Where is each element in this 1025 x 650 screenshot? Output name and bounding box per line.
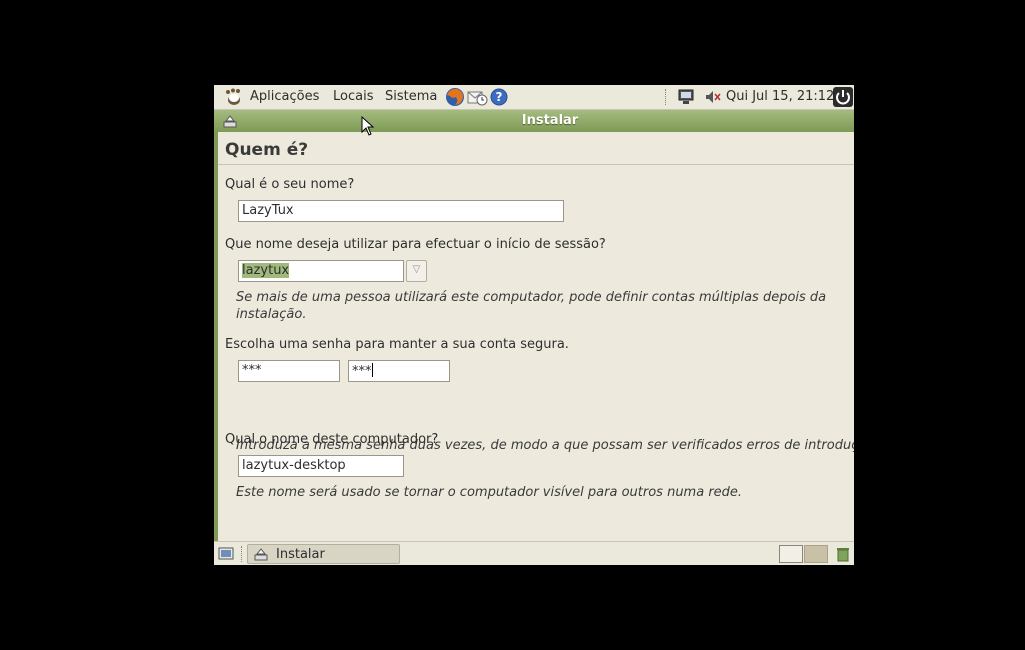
divider [218,164,854,165]
page-title: Quem é? [225,140,309,160]
show-desktop-icon[interactable] [218,546,234,565]
clock[interactable]: Qui Jul 15, 21:12 [726,85,834,109]
svg-text:?: ? [496,90,503,104]
name-label: Qual é o seu nome? [225,177,355,192]
power-icon[interactable] [833,87,853,111]
name-input[interactable]: LazyTux [238,200,564,222]
hostname-label: Qual o nome deste computador? [225,432,439,447]
menu-locais[interactable]: Locais [327,85,379,109]
menu-aplicacoes[interactable]: Aplicações [244,85,325,109]
bottom-panel: Instalar [214,541,854,565]
login-dropdown-button[interactable]: ▽ [406,260,427,282]
taskbar-button-label: Instalar [276,547,325,562]
password-confirm-input[interactable]: *** [348,360,450,382]
panel-separator [241,546,244,562]
password-input[interactable]: *** [238,360,340,382]
panel-separator [665,89,668,105]
login-input-text: lazytux [242,263,290,278]
taskbar-button-instalar[interactable]: Instalar [247,544,400,564]
hostname-input[interactable]: lazytux-desktop [238,455,404,477]
volume-muted-icon[interactable] [704,90,722,108]
network-icon[interactable] [677,89,695,109]
text-caret [371,363,373,377]
login-input[interactable]: lazytux [238,260,404,282]
top-panel: Aplicações Locais Sistema ? Qui Jul 15, … [214,85,854,110]
menu-sistema[interactable]: Sistema [379,85,443,109]
window-title: Instalar [521,113,579,128]
chevron-down-icon: ▽ [412,264,421,275]
login-label: Que nome deseja utilizar para efectuar o… [225,237,606,252]
desktop-screen: Aplicações Locais Sistema ? Qui Jul 15, … [214,85,854,565]
help-icon[interactable]: ? [490,88,508,110]
workspace-2[interactable] [804,545,828,563]
foot-icon[interactable] [224,88,244,110]
trash-icon[interactable] [835,546,851,565]
installer-page: Quem é? Qual é o seu nome? LazyTux Que n… [218,132,854,542]
window-titlebar[interactable]: Instalar [214,110,854,133]
login-hint: Se mais de uma pessoa utilizará este com… [236,290,827,322]
password-confirm-text: *** [352,364,372,379]
workspace-1[interactable] [779,545,803,563]
firefox-icon[interactable] [444,86,466,112]
mouse-cursor-icon [361,115,375,140]
hostname-hint: Este nome será usado se tornar o computa… [236,485,743,500]
mail-icon[interactable] [467,87,489,111]
password-label: Escolha uma senha para manter a sua cont… [225,337,569,352]
installer-icon [253,546,269,565]
